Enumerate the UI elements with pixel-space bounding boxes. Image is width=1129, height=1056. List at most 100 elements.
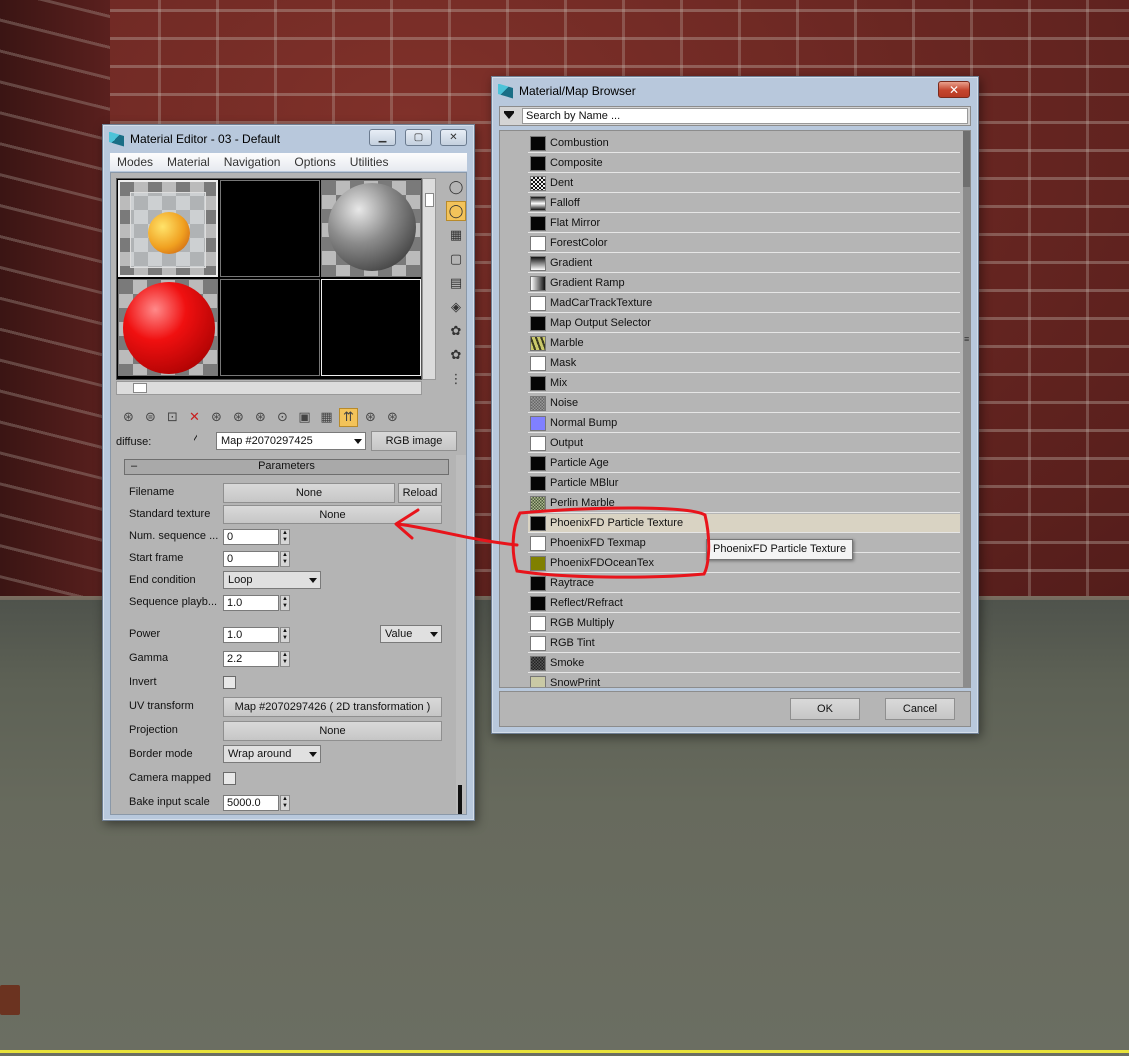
material-map-navigator-icon[interactable]: ⋮	[446, 369, 466, 389]
sample-slot-6[interactable]	[321, 279, 421, 376]
search-input[interactable]: Search by Name ...	[522, 108, 968, 124]
minimize-button[interactable]: ▁	[369, 129, 396, 146]
map-list-item[interactable]: Smoke	[528, 654, 960, 673]
map-list-item[interactable]: Combustion	[528, 134, 960, 153]
pick-material-icon[interactable]: ⊛	[383, 408, 402, 427]
background-checker-icon[interactable]: ▦	[446, 225, 466, 245]
copy-material-icon[interactable]: ⊛	[207, 408, 226, 427]
sample-slot-4[interactable]	[118, 279, 218, 376]
map-list-item[interactable]: RGB Multiply	[528, 614, 960, 633]
put-to-library-icon[interactable]: ⊛	[251, 408, 270, 427]
sample-type-icon[interactable]: ◯	[446, 177, 466, 197]
cancel-button[interactable]: Cancel	[885, 698, 955, 720]
map-list-item[interactable]: Map Output Selector	[528, 314, 960, 333]
reload-button[interactable]: Reload	[398, 483, 442, 503]
get-material-icon[interactable]: ⊛	[119, 408, 138, 427]
menu-utilities[interactable]: Utilities	[343, 155, 396, 169]
show-map-in-viewport-icon[interactable]: ▣	[295, 408, 314, 427]
material-id-icon[interactable]: ⊙	[273, 408, 292, 427]
invert-checkbox[interactable]	[223, 676, 236, 689]
camera-mapped-checkbox[interactable]	[223, 772, 236, 785]
put-to-scene-icon[interactable]: ⊜	[141, 408, 160, 427]
sequence-playback-field[interactable]: 1.0	[223, 595, 279, 611]
scroll-thumb[interactable]	[133, 383, 147, 393]
slots-horizontal-scrollbar[interactable]	[116, 381, 422, 395]
map-list-item[interactable]: Marble	[528, 334, 960, 353]
menu-options[interactable]: Options	[287, 155, 342, 169]
filename-button[interactable]: None	[223, 483, 395, 503]
map-list-item[interactable]: Output	[528, 434, 960, 453]
map-list-item[interactable]: Gradient	[528, 254, 960, 273]
spinner-arrows[interactable]: ▲ ▼	[280, 529, 290, 545]
scroll-thumb[interactable]	[425, 193, 434, 207]
browser-titlebar[interactable]: Material/Map Browser ✕	[492, 77, 978, 105]
standard-texture-button[interactable]: None	[223, 505, 442, 524]
close-button[interactable]: ✕	[938, 81, 970, 98]
ok-button[interactable]: OK	[790, 698, 860, 720]
make-unique-icon[interactable]: ⊛	[229, 408, 248, 427]
make-preview-icon[interactable]: ◈	[446, 297, 466, 317]
spinner-arrows[interactable]: ▲ ▼	[280, 595, 290, 611]
scroll-track[interactable]	[963, 187, 970, 687]
eyedropper-icon[interactable]: ⁄	[194, 431, 197, 448]
map-list-item[interactable]: Composite	[528, 154, 960, 173]
map-list-item[interactable]: Normal Bump	[528, 414, 960, 433]
sample-slot-5[interactable]	[220, 279, 320, 376]
power-mode-dropdown[interactable]: Value	[380, 625, 442, 643]
map-list-item[interactable]: PhoenixFD Particle Texture	[528, 514, 960, 533]
material-editor-titlebar[interactable]: Material Editor - 03 - Default ▁ ▢ ✕	[103, 125, 474, 153]
map-list-item[interactable]: Reflect/Refract	[528, 594, 960, 613]
uv-transform-button[interactable]: Map #2070297426 ( 2D transformation )	[223, 697, 442, 717]
map-list-item[interactable]: RGB Tint	[528, 634, 960, 653]
slots-vertical-scrollbar[interactable]	[422, 178, 436, 380]
border-mode-dropdown[interactable]: Wrap around	[223, 745, 321, 763]
menu-material[interactable]: Material	[160, 155, 217, 169]
map-list-item[interactable]: Dent	[528, 174, 960, 193]
spinner-arrows[interactable]: ▲ ▼	[280, 651, 290, 667]
backlight-icon[interactable]: ◯	[446, 201, 466, 221]
rollout-header[interactable]: – Parameters	[124, 459, 449, 475]
map-name-dropdown[interactable]: Map #2070297425	[216, 432, 366, 450]
map-list-item[interactable]: Perlin Marble	[528, 494, 960, 513]
sample-slot-2[interactable]	[220, 180, 320, 277]
select-by-material-icon[interactable]: ✿	[446, 345, 466, 365]
sample-uv-tiling-icon[interactable]: ▢	[446, 249, 466, 269]
gamma-field[interactable]: 2.2	[223, 651, 279, 667]
list-scrollbar[interactable]	[963, 131, 970, 687]
num-sequence-field[interactable]: 0	[223, 529, 279, 545]
map-list-item[interactable]: Raytrace	[528, 574, 960, 593]
bake-input-scale-field[interactable]: 5000.0	[223, 795, 279, 811]
sample-slot-3[interactable]	[321, 180, 421, 277]
scroll-thumb[interactable]	[458, 785, 462, 814]
map-list-item[interactable]: Noise	[528, 394, 960, 413]
spinner-arrows[interactable]: ▲ ▼	[280, 795, 290, 811]
maximize-button[interactable]: ▢	[405, 129, 432, 146]
map-list-item[interactable]: ForestColor	[528, 234, 960, 253]
sample-slot-1[interactable]	[118, 180, 218, 277]
end-condition-dropdown[interactable]: Loop	[223, 571, 321, 589]
start-frame-field[interactable]: 0	[223, 551, 279, 567]
map-list-item[interactable]: Flat Mirror	[528, 214, 960, 233]
menu-triangle-icon[interactable]	[504, 111, 514, 119]
map-list-item[interactable]: Mask	[528, 354, 960, 373]
menu-modes[interactable]: Modes	[110, 155, 160, 169]
map-list-item[interactable]: SnowPrint	[528, 674, 960, 687]
go-forward-sibling-icon[interactable]: ⊛	[361, 408, 380, 427]
map-list-item[interactable]: Particle MBlur	[528, 474, 960, 493]
map-list-item[interactable]: MadCarTrackTexture	[528, 294, 960, 313]
go-to-parent-icon[interactable]: ⇈	[339, 407, 358, 427]
parameters-scrollbar[interactable]	[456, 455, 466, 814]
map-list-item[interactable]: Gradient Ramp	[528, 274, 960, 293]
map-list-item[interactable]: Mix	[528, 374, 960, 393]
projection-button[interactable]: None	[223, 721, 442, 741]
video-color-check-icon[interactable]: ▤	[446, 273, 466, 293]
show-end-result-icon[interactable]: ▦	[317, 408, 336, 427]
spinner-arrows[interactable]: ▲ ▼	[280, 627, 290, 643]
map-list-item[interactable]: Falloff	[528, 194, 960, 213]
assign-material-icon[interactable]: ⊡	[163, 408, 182, 427]
map-type-button[interactable]: RGB image	[371, 431, 457, 451]
options-icon[interactable]: ✿	[446, 321, 466, 341]
reset-map-icon[interactable]: ✕	[185, 408, 204, 427]
menu-navigation[interactable]: Navigation	[217, 155, 288, 169]
power-field[interactable]: 1.0	[223, 627, 279, 643]
